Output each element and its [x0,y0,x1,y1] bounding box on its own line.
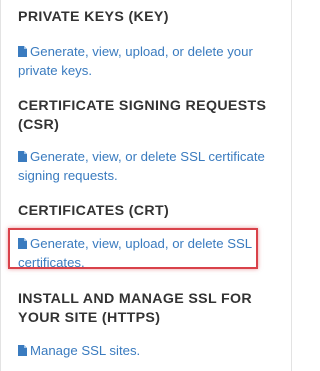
manage-ssl-sites-link[interactable]: Manage SSL sites. [18,341,218,360]
section-heading: CERTIFICATES (CRT) [18,203,170,219]
certificates-link[interactable]: Generate, view, upload, or delete SSL ce… [18,234,256,272]
ssl-tls-panel: PRIVATE KEYS (KEY) Generate, view, uploa… [0,0,292,371]
link-text: Generate, view, or delete SSL certificat… [18,149,265,183]
document-icon [18,238,27,249]
section-csr: CERTIFICATE SIGNING REQUESTS (CSR) Gener… [18,97,279,185]
section-certificates: CERTIFICATES (CRT) Generate, view, uploa… [18,202,279,272]
section-install-manage-ssl: INSTALL AND MANAGE SSL FOR YOUR SITE (HT… [18,290,279,360]
link-text: Generate, view, upload, or delete your p… [18,44,253,78]
document-icon [18,345,27,356]
section-private-keys: PRIVATE KEYS (KEY) Generate, view, uploa… [18,8,279,80]
link-text: Generate, view, upload, or delete SSL ce… [18,236,252,270]
private-keys-link[interactable]: Generate, view, upload, or delete your p… [18,42,266,80]
section-heading: CERTIFICATE SIGNING REQUESTS (CSR) [18,98,267,133]
link-text: Manage SSL sites. [30,343,141,358]
document-icon [18,46,27,57]
csr-link[interactable]: Generate, view, or delete SSL certificat… [18,147,273,185]
document-icon [18,151,27,162]
section-heading: PRIVATE KEYS (KEY) [18,9,169,25]
section-heading: INSTALL AND MANAGE SSL FOR YOUR SITE (HT… [18,291,252,326]
